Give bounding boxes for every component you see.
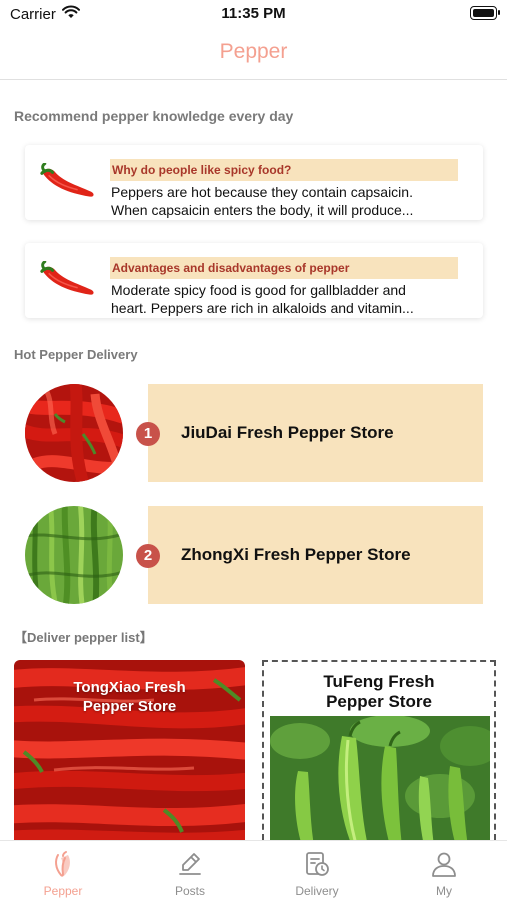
knowledge-card-desc-line: Moderate spicy food is good for gallblad… [111, 282, 406, 298]
deliver-tile-label-line: TongXiao Fresh [73, 679, 186, 696]
tab-label: Delivery [295, 884, 339, 898]
tab-label: Posts [174, 884, 205, 898]
deliver-tile-label-line: Pepper Store [326, 692, 432, 711]
tab-label: Pepper [43, 884, 83, 898]
tab-label: My [436, 884, 452, 898]
deliver-tile-label: TuFeng Fresh Pepper Store [264, 672, 494, 712]
tab-pepper[interactable]: Pepper [0, 841, 126, 900]
rank-badge: 1 [136, 422, 160, 446]
store-panel: JiuDai Fresh Pepper Store [148, 384, 483, 482]
store-row[interactable]: ZhongXi Fresh Pepper Store 2 [0, 506, 507, 606]
delivery-clock-icon [306, 852, 329, 876]
knowledge-card-desc-line: heart. Peppers are rich in alkaloids and… [111, 300, 414, 316]
chili-icon [39, 163, 97, 203]
deliver-tile[interactable]: TuFeng Fresh Pepper Store [262, 660, 496, 840]
green-pepper-photo [25, 506, 123, 604]
store-panel: ZhongXi Fresh Pepper Store [148, 506, 483, 604]
person-icon [432, 852, 456, 877]
tab-my[interactable]: My [381, 841, 507, 900]
deliver-tile-label-line: Pepper Store [82, 698, 177, 715]
edit-icon [179, 853, 201, 875]
chili-icon [39, 261, 97, 301]
clock: 11:35 PM [221, 5, 286, 22]
page-title: Pepper [219, 40, 288, 63]
store-name: JiuDai Fresh Pepper Store [181, 423, 394, 442]
tab-bar: Pepper Posts Delivery My [0, 840, 507, 900]
deliver-tile-label-line: TuFeng Fresh [323, 672, 435, 691]
battery-icon [470, 6, 500, 20]
knowledge-card-desc: Peppers are hot because they contain cap… [111, 183, 463, 219]
knowledge-card-desc-line: Peppers are hot because they contain cap… [111, 184, 413, 200]
knowledge-card[interactable]: Why do people like spicy food? Peppers a… [25, 145, 483, 220]
store-name: ZhongXi Fresh Pepper Store [181, 545, 411, 564]
nav-bar: Pepper [0, 28, 507, 80]
knowledge-card-title: Advantages and disadvantages of pepper [110, 257, 458, 279]
store-row[interactable]: JiuDai Fresh Pepper Store 1 [0, 384, 507, 484]
green-pepper-photo [270, 716, 490, 840]
tab-delivery[interactable]: Delivery [254, 841, 380, 900]
deliver-tile[interactable]: TongXiao Fresh Pepper Store [14, 660, 245, 840]
pepper-icon [55, 851, 70, 877]
knowledge-section-title: Recommend pepper knowledge every day [14, 108, 294, 124]
status-bar: Carrier 11:35 PM [0, 0, 507, 28]
tab-posts[interactable]: Posts [127, 841, 253, 900]
deliver-list-section-title: 【Deliver pepper list】 [14, 630, 153, 645]
red-pepper-photo [25, 384, 123, 482]
knowledge-card-title: Why do people like spicy food? [110, 159, 458, 181]
rank-badge: 2 [136, 544, 160, 568]
knowledge-card-desc-line: When capsaicin enters the body, it will … [111, 202, 414, 218]
hot-delivery-section-title: Hot Pepper Delivery [14, 347, 138, 362]
deliver-tile-label: TongXiao Fresh Pepper Store [14, 678, 245, 716]
knowledge-card-desc: Moderate spicy food is good for gallblad… [111, 281, 463, 317]
knowledge-card[interactable]: Advantages and disadvantages of pepper M… [25, 243, 483, 318]
